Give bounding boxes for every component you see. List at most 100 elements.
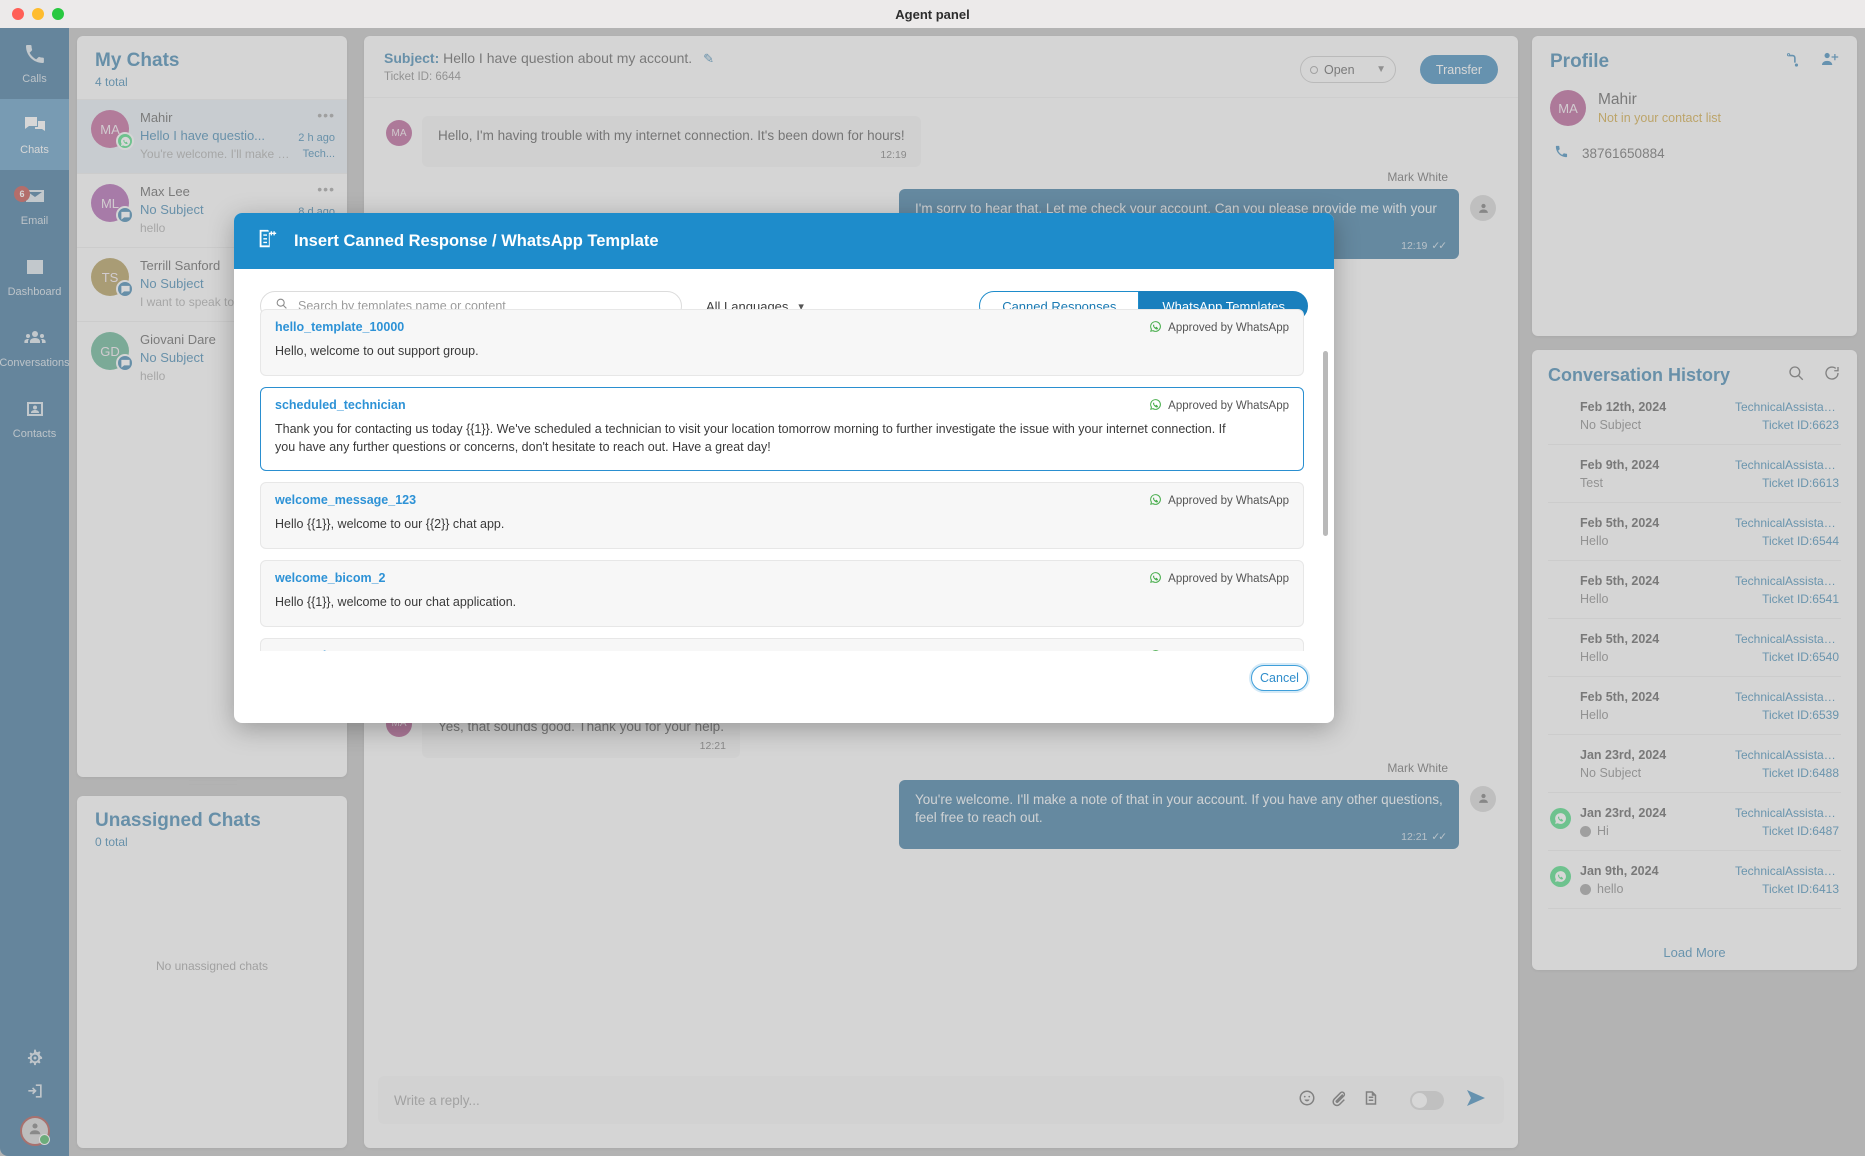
sidebar-item-conversations[interactable]: Conversations — [0, 312, 70, 383]
cancel-button[interactable]: Cancel — [1251, 665, 1308, 691]
history-row-main: Feb 5th, 2024 Hello — [1580, 690, 1726, 722]
unassigned-chats-header: Unassigned Chats 0 total — [77, 796, 347, 859]
history-subject: Hi — [1580, 824, 1726, 838]
history-subject: Hello — [1580, 708, 1726, 722]
chat-timestamp: 2 h ago — [298, 132, 335, 144]
sidebar-item-chats[interactable]: Chats — [0, 99, 69, 170]
template-list-scrollbar[interactable] — [1323, 351, 1328, 536]
edit-subject-icon[interactable]: ✎ — [703, 51, 714, 66]
avatar: MA — [386, 120, 412, 146]
message-outgoing: Mark White You're welcome. I'll make a n… — [386, 761, 1496, 850]
whatsapp-icon — [1149, 571, 1162, 587]
search-icon[interactable] — [1787, 364, 1805, 387]
history-department: TechnicalAssistan... — [1735, 400, 1839, 414]
my-chats-header: My Chats 4 total — [77, 36, 347, 99]
history-row-meta: TechnicalAssistan... Ticket ID:6488 — [1735, 748, 1839, 780]
history-row[interactable]: Feb 5th, 2024 Hello TechnicalAssistan... Ti… — [1548, 503, 1841, 561]
emoji-icon[interactable] — [1298, 1089, 1316, 1112]
template-list[interactable]: hello_template_10000 Approved by WhatsApp… — [260, 309, 1316, 651]
history-date: Feb 5th, 2024 — [1580, 516, 1660, 530]
template-card[interactable]: hello_template_10000 Approved by WhatsApp… — [260, 309, 1304, 376]
history-row-meta: TechnicalAssistan... Ticket ID:6487 — [1735, 806, 1839, 838]
transfer-button[interactable]: Transfer — [1419, 55, 1498, 84]
panel-resize-handle[interactable] — [189, 780, 237, 788]
template-body: Thank you for contacting us today {{1}}.… — [275, 421, 1226, 454]
message-composer[interactable]: Write a reply... — [378, 1076, 1504, 1124]
chat-snippet: You're welcome. I'll make a note of th..… — [140, 147, 290, 161]
history-row-meta: TechnicalAssistan... Ticket ID:6413 — [1735, 864, 1839, 896]
history-ticket-id: Ticket ID:6623 — [1762, 418, 1839, 432]
message-timestamp: 12:21 ✓✓ — [1401, 831, 1447, 844]
merge-contact-icon[interactable] — [1783, 50, 1802, 74]
message-text: Hello, I'm having trouble with my intern… — [438, 128, 905, 143]
approved-label: Approved by WhatsApp — [1168, 322, 1289, 334]
history-department: TechnicalAssistan... — [1735, 748, 1839, 762]
sidebar-item-contacts[interactable]: Contacts — [0, 383, 69, 454]
sidebar-item-email[interactable]: 6 Email — [0, 170, 69, 241]
settings-button[interactable] — [0, 1044, 69, 1077]
approved-badge: Approved by WhatsApp — [1149, 493, 1289, 509]
history-row[interactable]: Feb 5th, 2024 Hello TechnicalAssistan... Ti… — [1548, 677, 1841, 735]
primary-nav-rail: Calls Chats 6 Email Dashboard Conversati… — [0, 28, 70, 1156]
whatsapp-icon — [1149, 493, 1162, 509]
history-subject-text: Hello — [1580, 592, 1609, 606]
refresh-icon[interactable] — [1823, 364, 1841, 387]
history-subject: No Subject — [1580, 766, 1726, 780]
reply-input[interactable]: Write a reply... — [394, 1093, 1298, 1108]
avatar-initials: MA — [1550, 90, 1586, 126]
agent-avatar[interactable] — [19, 1116, 50, 1146]
history-subject: hello — [1580, 882, 1726, 896]
sidebar-item-label: Chats — [20, 144, 49, 156]
history-subject: Hello — [1580, 650, 1726, 664]
history-row[interactable]: Feb 5th, 2024 Hello TechnicalAssistan... Ti… — [1548, 619, 1841, 677]
history-row[interactable]: Feb 5th, 2024 Hello TechnicalAssistan... Ti… — [1548, 561, 1841, 619]
template-name: hello_template_10000 — [275, 320, 405, 334]
logout-icon — [25, 1081, 45, 1106]
history-department: TechnicalAssistan... — [1735, 516, 1839, 530]
load-more-button[interactable]: Load More — [1548, 945, 1841, 960]
sidebar-item-dashboard[interactable]: Dashboard — [0, 241, 69, 312]
template-card[interactable]: testemplateApproved by WhatsAppHello {{1… — [260, 637, 1304, 651]
history-row[interactable]: Jan 23rd, 2024 No Subject TechnicalAssista… — [1548, 735, 1841, 793]
chat-channel-icon — [116, 206, 134, 224]
sidebar-item-calls[interactable]: Calls — [0, 28, 69, 99]
history-row[interactable]: Feb 9th, 2024 Test TechnicalAssistan... Tic… — [1548, 445, 1841, 503]
history-row-meta: TechnicalAssistan... Ticket ID:6613 — [1735, 458, 1839, 490]
history-row[interactable]: Jan 23rd, 2024 Hi TechnicalAssistan... Tick… — [1548, 793, 1841, 851]
history-row[interactable]: Feb 12th, 2024 No Subject TechnicalAssista… — [1548, 387, 1841, 445]
channel-badge-icon — [1580, 825, 1591, 837]
attachment-icon[interactable] — [1330, 1089, 1348, 1112]
template-card[interactable]: welcome_bicom_2 Approved by WhatsApp Hello… — [260, 560, 1304, 627]
chat-department: Tech... — [302, 148, 335, 160]
history-row[interactable]: Jan 9th, 2024 hello TechnicalAssistan... Ti… — [1548, 851, 1841, 909]
logout-button[interactable] — [0, 1077, 69, 1110]
status-dot-icon — [1310, 65, 1318, 74]
row-menu-button[interactable]: ••• — [298, 108, 335, 122]
history-subject-text: Hello — [1580, 534, 1609, 548]
history-department: TechnicalAssistan... — [1735, 632, 1839, 646]
internal-note-toggle[interactable] — [1410, 1090, 1444, 1110]
template-card[interactable]: welcome_message_123 Approved by WhatsApp H… — [260, 482, 1304, 549]
sidebar-item-label: Dashboard — [7, 286, 62, 298]
message-text: You're welcome. I'll make a note of that… — [915, 791, 1443, 826]
composer-actions — [1298, 1086, 1488, 1115]
profile-phone-row[interactable]: 38761650884 — [1554, 144, 1839, 162]
people-icon — [23, 326, 47, 353]
history-date: Jan 23rd, 2024 — [1580, 748, 1667, 762]
canned-response-icon[interactable] — [1362, 1089, 1380, 1112]
history-ticket-id: Ticket ID:6539 — [1762, 708, 1839, 722]
template-card[interactable]: scheduled_technician Approved by WhatsApp… — [260, 386, 1304, 472]
status-select[interactable]: Open ▼ — [1300, 56, 1396, 83]
profile-title: Profile — [1550, 51, 1610, 72]
whatsapp-channel-icon — [116, 132, 134, 150]
list-item[interactable]: MA Mahir Hello I have questio... You're … — [77, 99, 347, 173]
row-menu-button[interactable]: ••• — [239, 182, 335, 196]
status-value: Open — [1324, 62, 1355, 77]
subject-label: Subject: — [384, 50, 440, 66]
send-button[interactable] — [1464, 1086, 1488, 1115]
add-contact-icon[interactable] — [1820, 50, 1839, 74]
history-subject: No Subject — [1580, 418, 1726, 432]
avatar: GD — [91, 332, 134, 372]
sidebar-item-label: Conversations — [0, 357, 70, 369]
profile-actions — [1783, 50, 1839, 74]
